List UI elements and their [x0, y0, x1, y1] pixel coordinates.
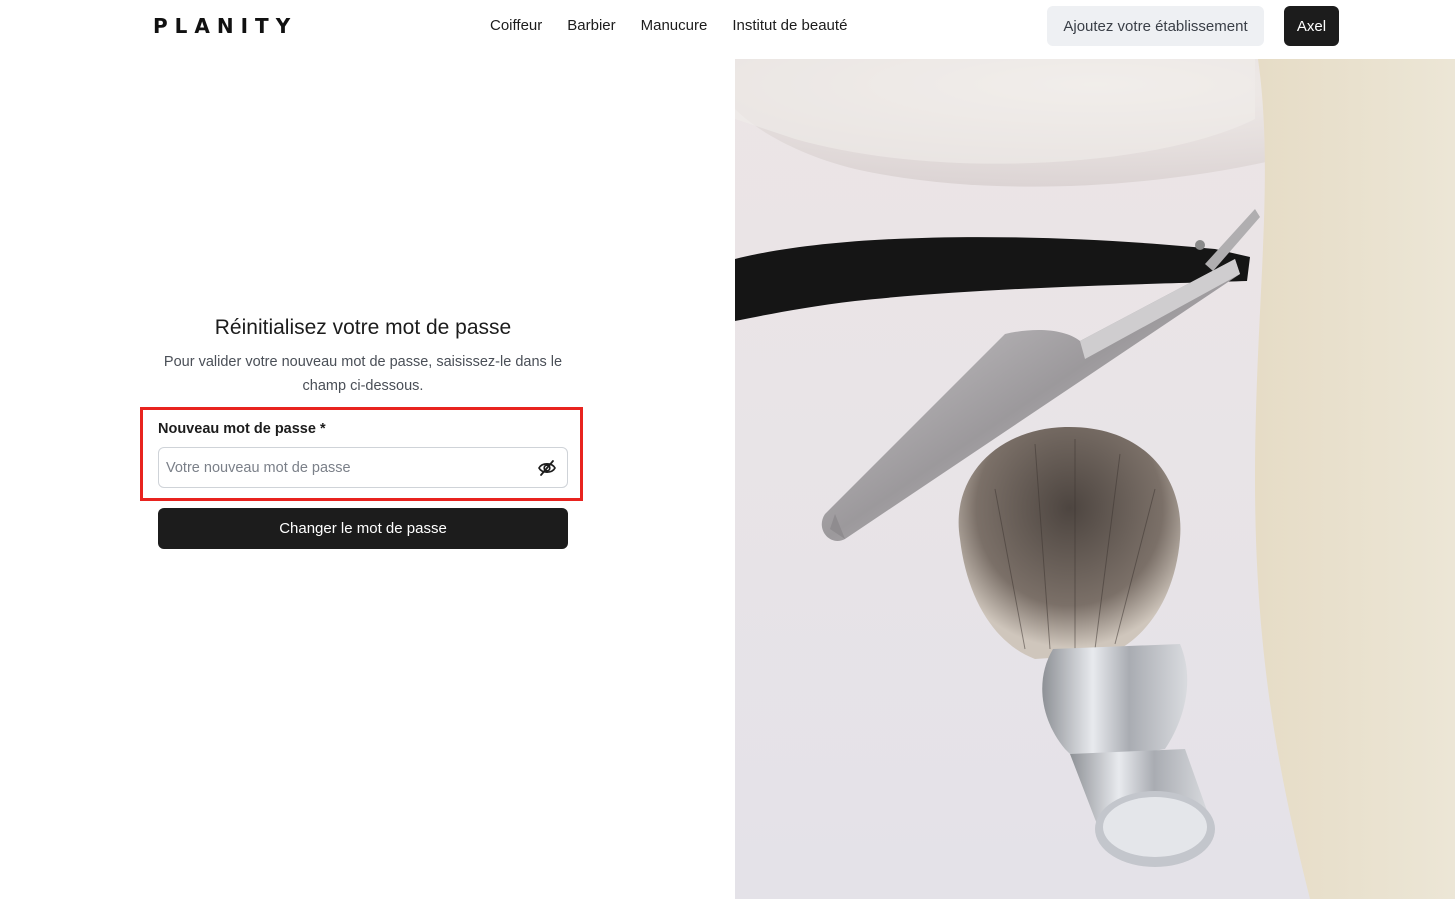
hero-image [735, 59, 1455, 899]
password-field [158, 447, 568, 488]
nav-coiffeur[interactable]: Coiffeur [490, 17, 542, 34]
nav-barbier[interactable]: Barbier [567, 17, 615, 34]
user-account-button[interactable]: Axel [1284, 6, 1339, 46]
main-nav: Coiffeur Barbier Manucure Institut de be… [490, 17, 872, 34]
new-password-input[interactable] [166, 448, 526, 487]
shaving-kit-illustration [735, 59, 1455, 899]
nav-institut-de-beaute[interactable]: Institut de beauté [732, 17, 847, 34]
top-header: PLANITY Coiffeur Barbier Manucure Instit… [0, 0, 1455, 58]
page-subtitle: Pour valider votre nouveau mot de passe,… [163, 354, 563, 394]
password-field-label: Nouveau mot de passe * [158, 421, 326, 437]
planity-logo[interactable]: PLANITY [153, 14, 297, 38]
nav-manucure[interactable]: Manucure [641, 17, 708, 34]
change-password-button[interactable]: Changer le mot de passe [158, 508, 568, 549]
page-title: Réinitialisez votre mot de passe [214, 316, 512, 339]
eye-slash-icon[interactable] [537, 458, 557, 478]
add-business-button[interactable]: Ajoutez votre établissement [1047, 6, 1264, 46]
